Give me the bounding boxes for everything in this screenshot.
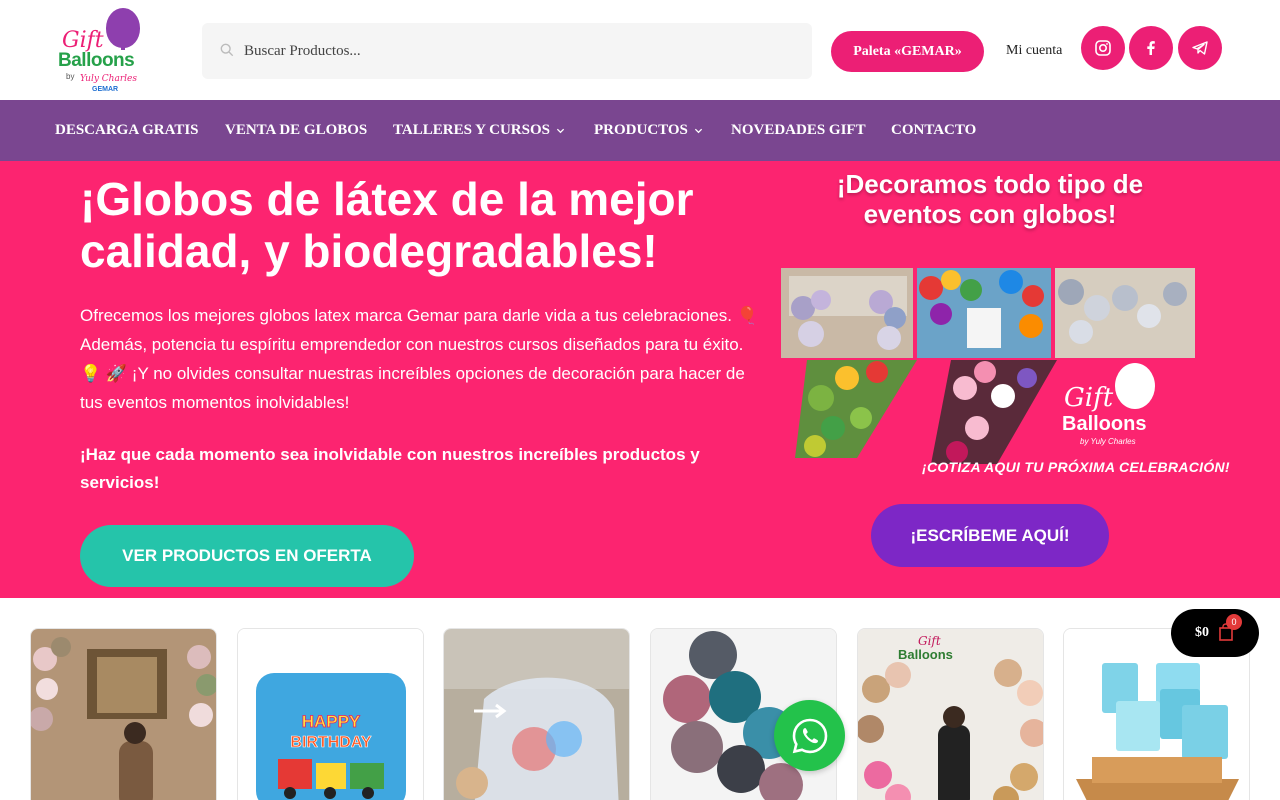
logo-balloons-text: Balloons	[58, 50, 135, 71]
product-card-arco-dorado[interactable]: Gift Balloons	[857, 628, 1044, 800]
collage-logo-by: by Yuly Charles	[1080, 437, 1136, 446]
hero-paragraph: Ofrecemos los mejores globos latex marca…	[80, 306, 758, 412]
hero-title: ¡Globos de látex de la mejor calidad, y …	[80, 173, 694, 277]
product-card-happy-birthday[interactable]: HAPPY BIRTHDAY	[237, 628, 424, 800]
product-image	[31, 629, 216, 800]
svg-text:Balloons: Balloons	[898, 647, 953, 662]
site-logo[interactable]: Gift Balloons by Yuly Charles GEMAR	[56, 6, 156, 96]
ver-productos-oferta-button[interactable]: VER PRODUCTOS EN OFERTA	[80, 525, 414, 587]
logo-by-text: by	[66, 72, 75, 81]
hero-section: ¡Globos de látex de la mejor calidad, y …	[0, 161, 1280, 598]
nav-item-talleres-y-cursos[interactable]: TALLERES Y CURSOS	[393, 122, 565, 139]
nav-item-label: NOVEDADES GIFT	[731, 122, 866, 138]
chevron-down-icon	[556, 128, 565, 134]
product-image: HAPPY BIRTHDAY	[238, 629, 423, 800]
product-card-decoracion-arco[interactable]	[30, 628, 217, 800]
nav-item-label: PRODUCTOS	[594, 122, 688, 138]
nav-item-label: TALLERES Y CURSOS	[393, 122, 550, 138]
search-icon	[220, 43, 234, 57]
collage-caption: ¡COTIZA AQUI TU PRÓXIMA CELEBRACIÓN!	[922, 459, 1230, 475]
facebook-button[interactable]	[1129, 26, 1173, 70]
svg-text:Gift: Gift	[918, 634, 941, 648]
cart-amount: $0	[1195, 625, 1209, 640]
escribeme-button[interactable]: ¡ESCRÍBEME AQUÍ!	[871, 504, 1109, 567]
decoration-title: ¡Decoramos todo tipo de eventos con glob…	[836, 169, 1144, 229]
nav-item-novedades-gift[interactable]: NOVEDADES GIFT	[731, 122, 866, 139]
logo-signature: Yuly Charles	[80, 74, 137, 84]
svg-text:HAPPY: HAPPY	[302, 712, 361, 731]
balloon-icon	[106, 8, 140, 50]
nav-item-venta-de-globos[interactable]: VENTA DE GLOBOS	[225, 122, 367, 139]
chevron-down-icon	[694, 128, 703, 134]
site-header: Gift Balloons by Yuly Charles GEMAR Pale…	[0, 0, 1280, 100]
cart-count-badge: 0	[1226, 614, 1242, 630]
nav-item-productos[interactable]: PRODUCTOS	[594, 122, 703, 139]
cart-button[interactable]: $0 0	[1171, 609, 1259, 657]
product-card-bolsa-globos[interactable]	[443, 628, 630, 800]
balloon-icon	[1115, 363, 1155, 409]
nav-item-label: VENTA DE GLOBOS	[225, 122, 368, 138]
telegram-icon	[1192, 41, 1208, 55]
svg-text:BIRTHDAY: BIRTHDAY	[290, 734, 372, 751]
nav-item-descarga-gratis[interactable]: DESCARGA GRATIS	[55, 122, 199, 139]
facebook-icon	[1147, 41, 1155, 55]
paleta-gemar-button[interactable]: Paleta «GEMAR»	[831, 31, 984, 72]
logo-partner: GEMAR	[92, 86, 119, 93]
main-nav: DESCARGA GRATIS VENTA DE GLOBOS TALLERES…	[0, 100, 1280, 161]
collage-logo-gift: Gift	[1064, 383, 1114, 413]
whatsapp-icon	[792, 718, 827, 753]
search-box	[202, 23, 812, 79]
nav-item-label: CONTACTO	[891, 122, 977, 138]
instagram-button[interactable]	[1081, 26, 1125, 70]
instagram-icon	[1095, 40, 1111, 56]
hero-bold-text: ¡Haz que cada momento sea inolvidable co…	[80, 445, 700, 492]
product-image: Gift Balloons	[858, 629, 1043, 800]
nav-item-contacto[interactable]: CONTACTO	[891, 122, 976, 139]
collage-logo-balloons: Balloons	[1062, 413, 1147, 435]
search-input[interactable]	[244, 35, 784, 67]
telegram-button[interactable]	[1178, 26, 1222, 70]
nav-item-label: DESCARGA GRATIS	[55, 122, 199, 138]
account-link[interactable]: Mi cuenta	[1006, 43, 1062, 59]
whatsapp-button[interactable]	[774, 700, 845, 771]
product-image	[444, 629, 629, 800]
